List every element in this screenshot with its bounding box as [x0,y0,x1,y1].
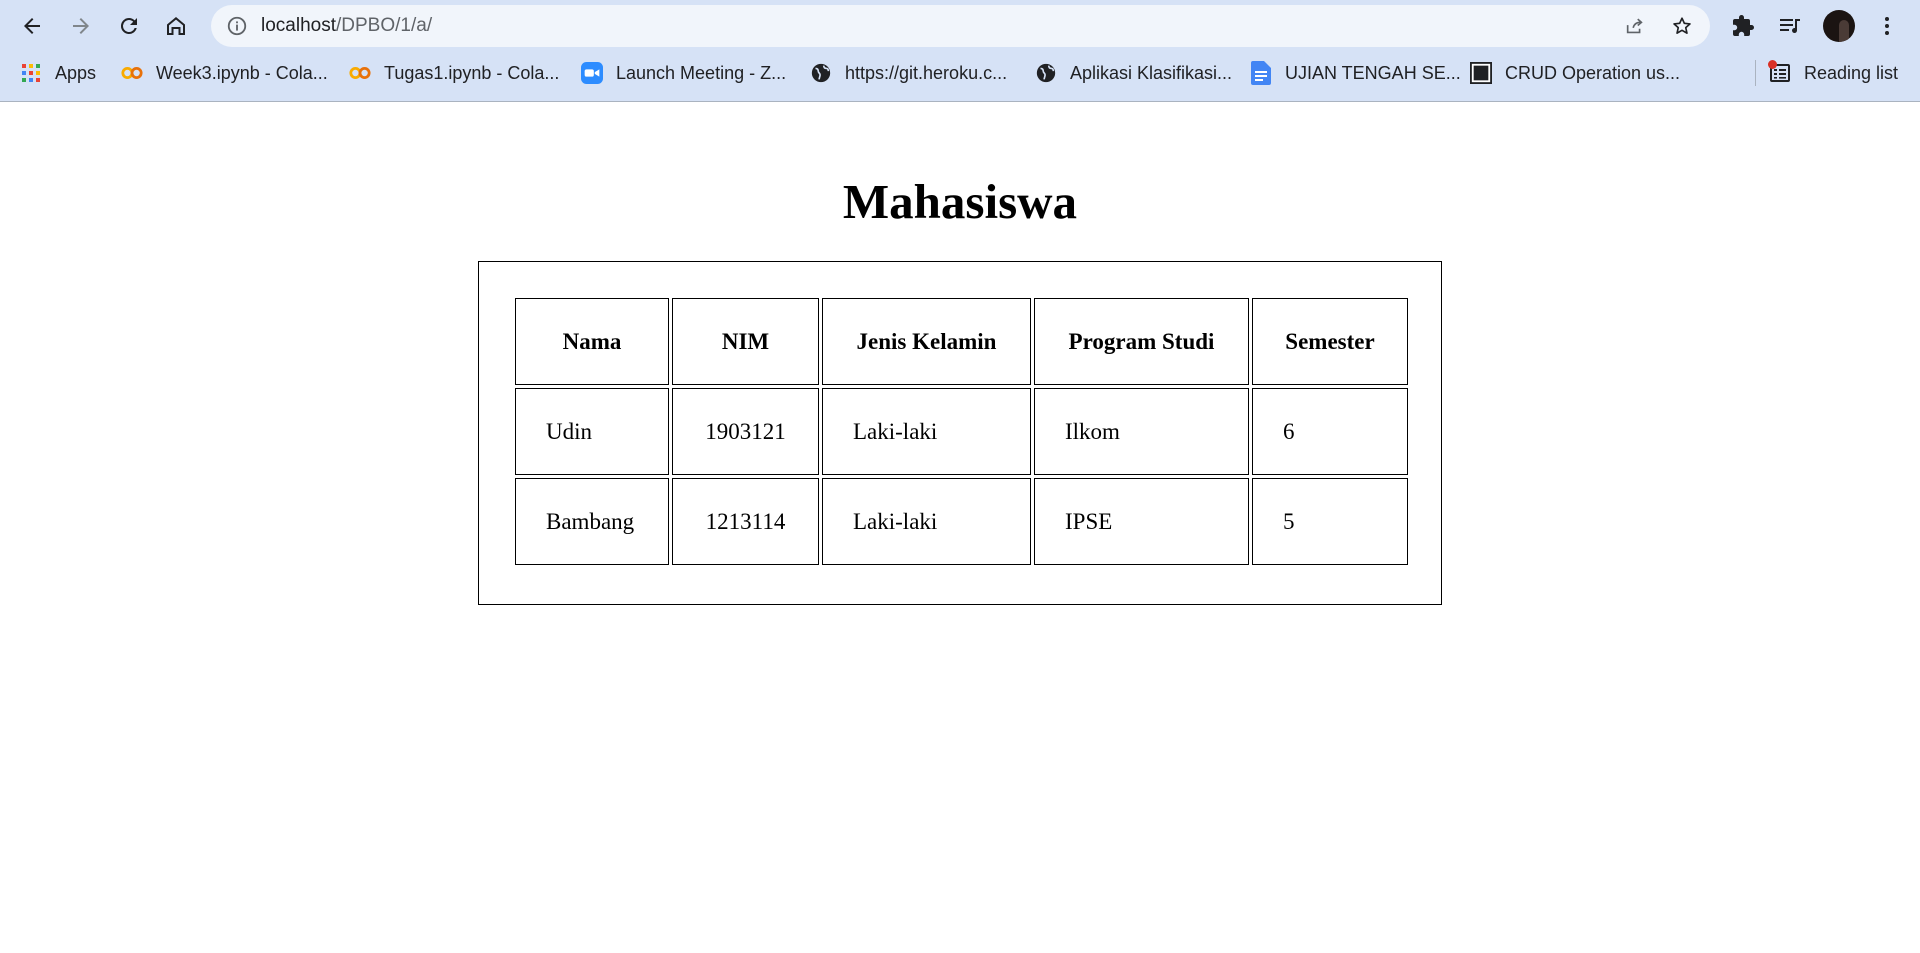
share-icon[interactable] [1623,14,1647,38]
reading-list-button[interactable]: Reading list [1768,58,1898,88]
globe-icon [1035,62,1057,84]
zoom-icon [581,62,603,84]
forward-arrow-icon [73,18,89,34]
bookmark-apps[interactable]: Apps [20,58,96,88]
bookmark-tugas1[interactable]: Tugas1.ipynb - Cola... [349,58,559,88]
cell-nim: 1213114 [672,478,819,565]
bookmark-label: Tugas1.ipynb - Cola... [384,62,560,83]
table-row: Bambang 1213114 Laki-laki IPSE 5 [515,478,1408,565]
cell-semester: 5 [1252,478,1408,565]
header-nim: NIM [672,298,819,385]
reading-list-label: Reading list [1804,62,1899,83]
notification-dot [1768,60,1777,69]
bookmark-label: Apps [55,62,97,83]
cell-program-studi: IPSE [1034,478,1249,565]
info-icon[interactable] [225,14,249,38]
kebab-menu-icon[interactable] [1871,10,1903,42]
home-button[interactable] [158,8,194,44]
cell-nama: Udin [515,388,669,475]
page-content: Mahasiswa Nama NIM Jenis Kelamin Program… [0,103,1920,953]
bookmarks-separator [1755,60,1756,86]
bookmark-crud[interactable]: CRUD Operation us... [1470,58,1680,88]
back-button[interactable] [14,8,50,44]
browser-chrome: localhost/DPBO/1/a/ Apps Week3.ipynb - C… [0,0,1920,102]
address-bar[interactable]: localhost/DPBO/1/a/ [211,5,1710,47]
colab-icon [121,62,143,84]
bookmark-week3[interactable]: Week3.ipynb - Cola... [121,58,328,88]
header-semester: Semester [1252,298,1408,385]
reload-button[interactable] [111,8,147,44]
site-logo-icon [1470,62,1492,84]
cell-nim: 1903121 [672,388,819,475]
page-title: Mahasiswa [842,174,1078,229]
forward-button[interactable] [63,8,99,44]
bookmark-label: Aplikasi Klasifikasi... [1070,62,1233,83]
bookmark-label: https://git.heroku.c... [845,62,1008,83]
star-icon[interactable] [1670,14,1694,38]
table-row: Udin 1903121 Laki-laki Ilkom 6 [515,388,1408,475]
cell-jenis-kelamin: Laki-laki [822,388,1031,475]
colab-icon [349,62,371,84]
browser-toolbar: localhost/DPBO/1/a/ [0,0,1920,52]
puzzle-icon[interactable] [1727,10,1759,42]
header-program-studi: Program Studi [1034,298,1249,385]
bookmark-heroku[interactable]: https://git.heroku.c... [810,58,1007,88]
url-text[interactable]: localhost/DPBO/1/a/ [261,15,432,37]
url-host: localhost [261,15,336,36]
mahasiswa-table: Nama NIM Jenis Kelamin Program Studi Sem… [512,295,1411,568]
bookmark-zoom[interactable]: Launch Meeting - Z... [581,58,786,88]
cell-jenis-kelamin: Laki-laki [822,478,1031,565]
reload-icon [120,17,137,34]
bookmark-label: CRUD Operation us... [1505,62,1681,83]
cell-program-studi: Ilkom [1034,388,1249,475]
back-arrow-icon [24,18,40,34]
google-docs-icon [1250,61,1272,85]
bookmark-label: UJIAN TENGAH SE... [1285,62,1461,83]
home-icon [167,17,185,35]
header-jenis-kelamin: Jenis Kelamin [822,298,1031,385]
globe-icon [810,62,832,84]
reading-list-icon [1768,60,1792,85]
media-queue-icon[interactable] [1774,10,1806,42]
apps-grid-icon [20,62,42,84]
bookmark-label: Week3.ipynb - Cola... [156,62,328,83]
cell-semester: 6 [1252,388,1408,475]
header-nama: Nama [515,298,669,385]
table-header-row: Nama NIM Jenis Kelamin Program Studi Sem… [515,298,1408,385]
table-container: Nama NIM Jenis Kelamin Program Studi Sem… [478,261,1442,605]
url-path: /DPBO/1/a/ [336,15,433,36]
bookmark-ujian[interactable]: UJIAN TENGAH SE... [1250,58,1461,88]
profile-avatar[interactable] [1823,10,1855,42]
bookmark-aplikasi[interactable]: Aplikasi Klasifikasi... [1035,58,1232,88]
bookmarks-bar: Apps Week3.ipynb - Cola... Tugas1.ipynb … [0,52,1920,94]
bookmark-label: Launch Meeting - Z... [616,62,787,83]
cell-nama: Bambang [515,478,669,565]
